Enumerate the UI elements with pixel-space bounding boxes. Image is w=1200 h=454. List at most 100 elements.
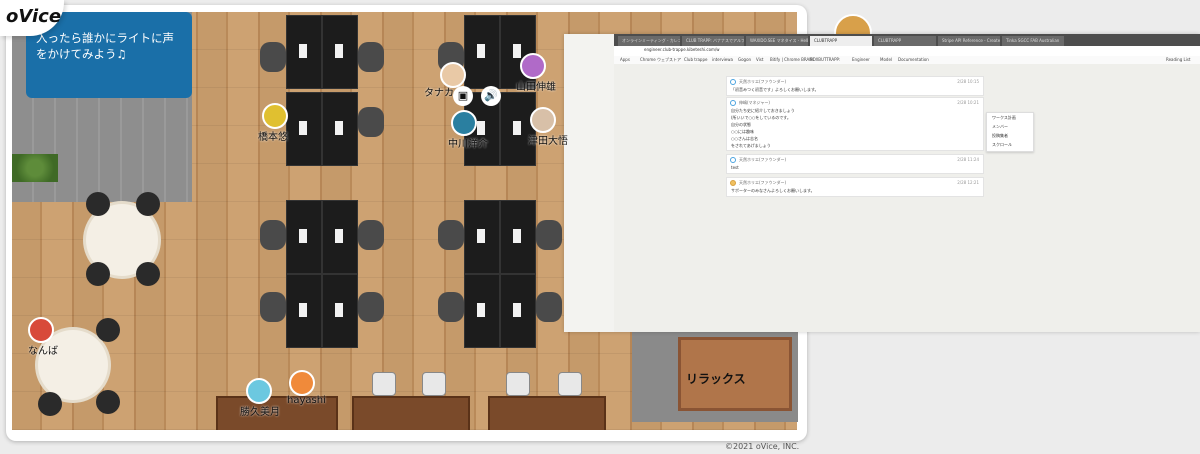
desk <box>464 200 500 274</box>
desk <box>464 15 500 89</box>
plant-decoration <box>12 154 58 182</box>
desk <box>286 200 322 274</box>
chat-message: 天然ホリエ(ファウンダー) 2/28 12:21 サポーターのみなさんよろしくお… <box>726 177 984 197</box>
bookmark[interactable]: Reading List <box>1166 56 1191 64</box>
browser-tab[interactable]: オンラインミーティング - カレンダー <box>618 36 680 46</box>
chair <box>96 390 120 414</box>
avatar[interactable] <box>530 107 556 133</box>
context-menu: ワークス計画 メンバー 投稿集者 スクロール <box>986 112 1034 152</box>
browser-tab[interactable]: CLUBTRAPP <box>874 36 936 46</box>
bookmark[interactable]: BOXBUTTRAPP: <box>810 56 840 64</box>
screen-share-icon[interactable]: ▣ <box>453 86 473 106</box>
stool <box>422 372 446 396</box>
desk <box>322 200 358 274</box>
copyright-text: ©2021 oVice, INC. <box>725 442 800 451</box>
browser-tab[interactable]: Tinka SGCC FAB Australian <box>1002 36 1064 46</box>
browser-tab[interactable]: CLUB TRAPP: バナナスでアルファ <box>682 36 744 46</box>
chair <box>358 42 384 72</box>
desk <box>286 92 322 166</box>
user-icon <box>730 157 736 163</box>
browser-tab-active[interactable]: CLUBTRAPP <box>810 36 872 46</box>
message-author: 天然ホリエ(ファウンダー) <box>739 79 787 84</box>
menu-item[interactable]: ワークス計画 <box>987 113 1033 122</box>
avatar-name: hayashi <box>287 395 326 406</box>
chair <box>136 262 160 286</box>
desk <box>500 92 536 166</box>
chair <box>260 42 286 72</box>
avatar-name: なんば <box>28 346 58 357</box>
avatar[interactable] <box>246 378 272 404</box>
stool <box>558 372 582 396</box>
message-text: 「初音みつく初音です」よろしくお願いします。 <box>731 87 819 92</box>
chair <box>96 318 120 342</box>
message-text: サポーターのみなさんよろしくお願いします。 <box>731 188 815 193</box>
message-time: 2/28 10:15 <box>957 79 979 84</box>
message-text: 自分たち史に紹介しておきましょう <box>731 108 795 113</box>
stool <box>372 372 396 396</box>
bookmark[interactable]: Bitify | Chrome BRAMI <box>770 56 814 64</box>
message-text: 自分の状態 <box>731 122 751 127</box>
counter-table <box>352 396 470 430</box>
menu-item[interactable]: メンバー <box>987 122 1033 131</box>
message-time: 2/28 11:24 <box>957 157 979 162</box>
logo-text: oVice <box>6 6 62 27</box>
chair <box>86 192 110 216</box>
avatar-name: 勝久美月 <box>240 407 280 418</box>
chat-message: 天然ホリエ(ファウンダー) 2/28 11:24 test <box>726 154 984 174</box>
bookmark[interactable]: Chrome ウェブストア <box>640 56 681 64</box>
menu-item[interactable]: スクロール <box>987 140 1033 149</box>
bookmark[interactable]: Club trappe <box>684 56 707 64</box>
user-icon <box>730 180 736 186</box>
message-time: 2/28 10:21 <box>957 100 979 105</box>
bookmark[interactable]: Apps <box>620 56 630 64</box>
message-author: 天然ホリエ(ファウンダー) <box>739 157 787 162</box>
message-text: (所いいで○○をしているのです。 <box>731 115 791 120</box>
desk <box>464 274 500 348</box>
bookmark[interactable]: Documentation <box>898 56 929 64</box>
counter-table <box>488 396 606 430</box>
chair <box>358 107 384 137</box>
desk <box>500 274 536 348</box>
avatar[interactable] <box>520 53 546 79</box>
avatar[interactable] <box>451 110 477 136</box>
desk <box>286 274 322 348</box>
desk <box>500 200 536 274</box>
chair <box>86 262 110 286</box>
desk <box>322 92 358 166</box>
avatar-name: 橋本悠 <box>258 132 288 143</box>
avatar-name: 津田大悟 <box>528 136 568 147</box>
message-text: ○○さんは志名 <box>731 136 758 141</box>
avatar[interactable] <box>289 370 315 396</box>
chair <box>438 292 464 322</box>
shared-screen[interactable]: オンラインミーティング - カレンダー CLUB TRAPP: バナナスでアルフ… <box>564 34 1200 332</box>
message-author: 天然ホリエ(ファウンダー) <box>739 180 787 185</box>
relax-area-label: リラックス <box>686 372 746 386</box>
avatar[interactable] <box>262 103 288 129</box>
chair <box>136 192 160 216</box>
bookmark[interactable]: Vist <box>756 56 763 64</box>
chair <box>358 292 384 322</box>
menu-item[interactable]: 投稿集者 <box>987 131 1033 140</box>
chair <box>38 392 62 416</box>
chair <box>260 220 286 250</box>
bookmark[interactable]: interviewa <box>712 56 733 64</box>
avatar-name: 山田伸雄 <box>516 82 556 93</box>
message-time: 2/28 12:21 <box>957 180 979 185</box>
url-text: engineer.club-trappe.kibeteshi.com/w <box>644 47 720 52</box>
chat-content: 天然ホリエ(ファウンダー) 2/28 10:15 「初音みつく初音です」よろしく… <box>614 64 1200 332</box>
user-icon <box>730 79 736 85</box>
browser-tab[interactable]: Stripe API Reference - Create a <box>938 36 1000 46</box>
bookmark[interactable]: Gogon <box>738 56 751 64</box>
avatar[interactable] <box>28 317 54 343</box>
browser-tab[interactable]: WAXIDO.SEE マネタイス - HelBi <box>746 36 808 46</box>
chat-message: 伸嶋(マネジャー) 2/28 10:21 自分たち史に紹介しておきましょう (所… <box>726 97 984 151</box>
bookmark[interactable]: Model <box>880 56 892 64</box>
stool <box>506 372 530 396</box>
bookmark[interactable]: Engineer <box>852 56 870 64</box>
message-text: test <box>731 165 739 170</box>
chair <box>260 292 286 322</box>
message-text: をされてあげましょう <box>731 143 771 148</box>
speaker-icon[interactable]: 🔊 <box>481 86 501 106</box>
avatar-name: 中川洋介 <box>448 139 488 150</box>
desk <box>286 15 322 89</box>
